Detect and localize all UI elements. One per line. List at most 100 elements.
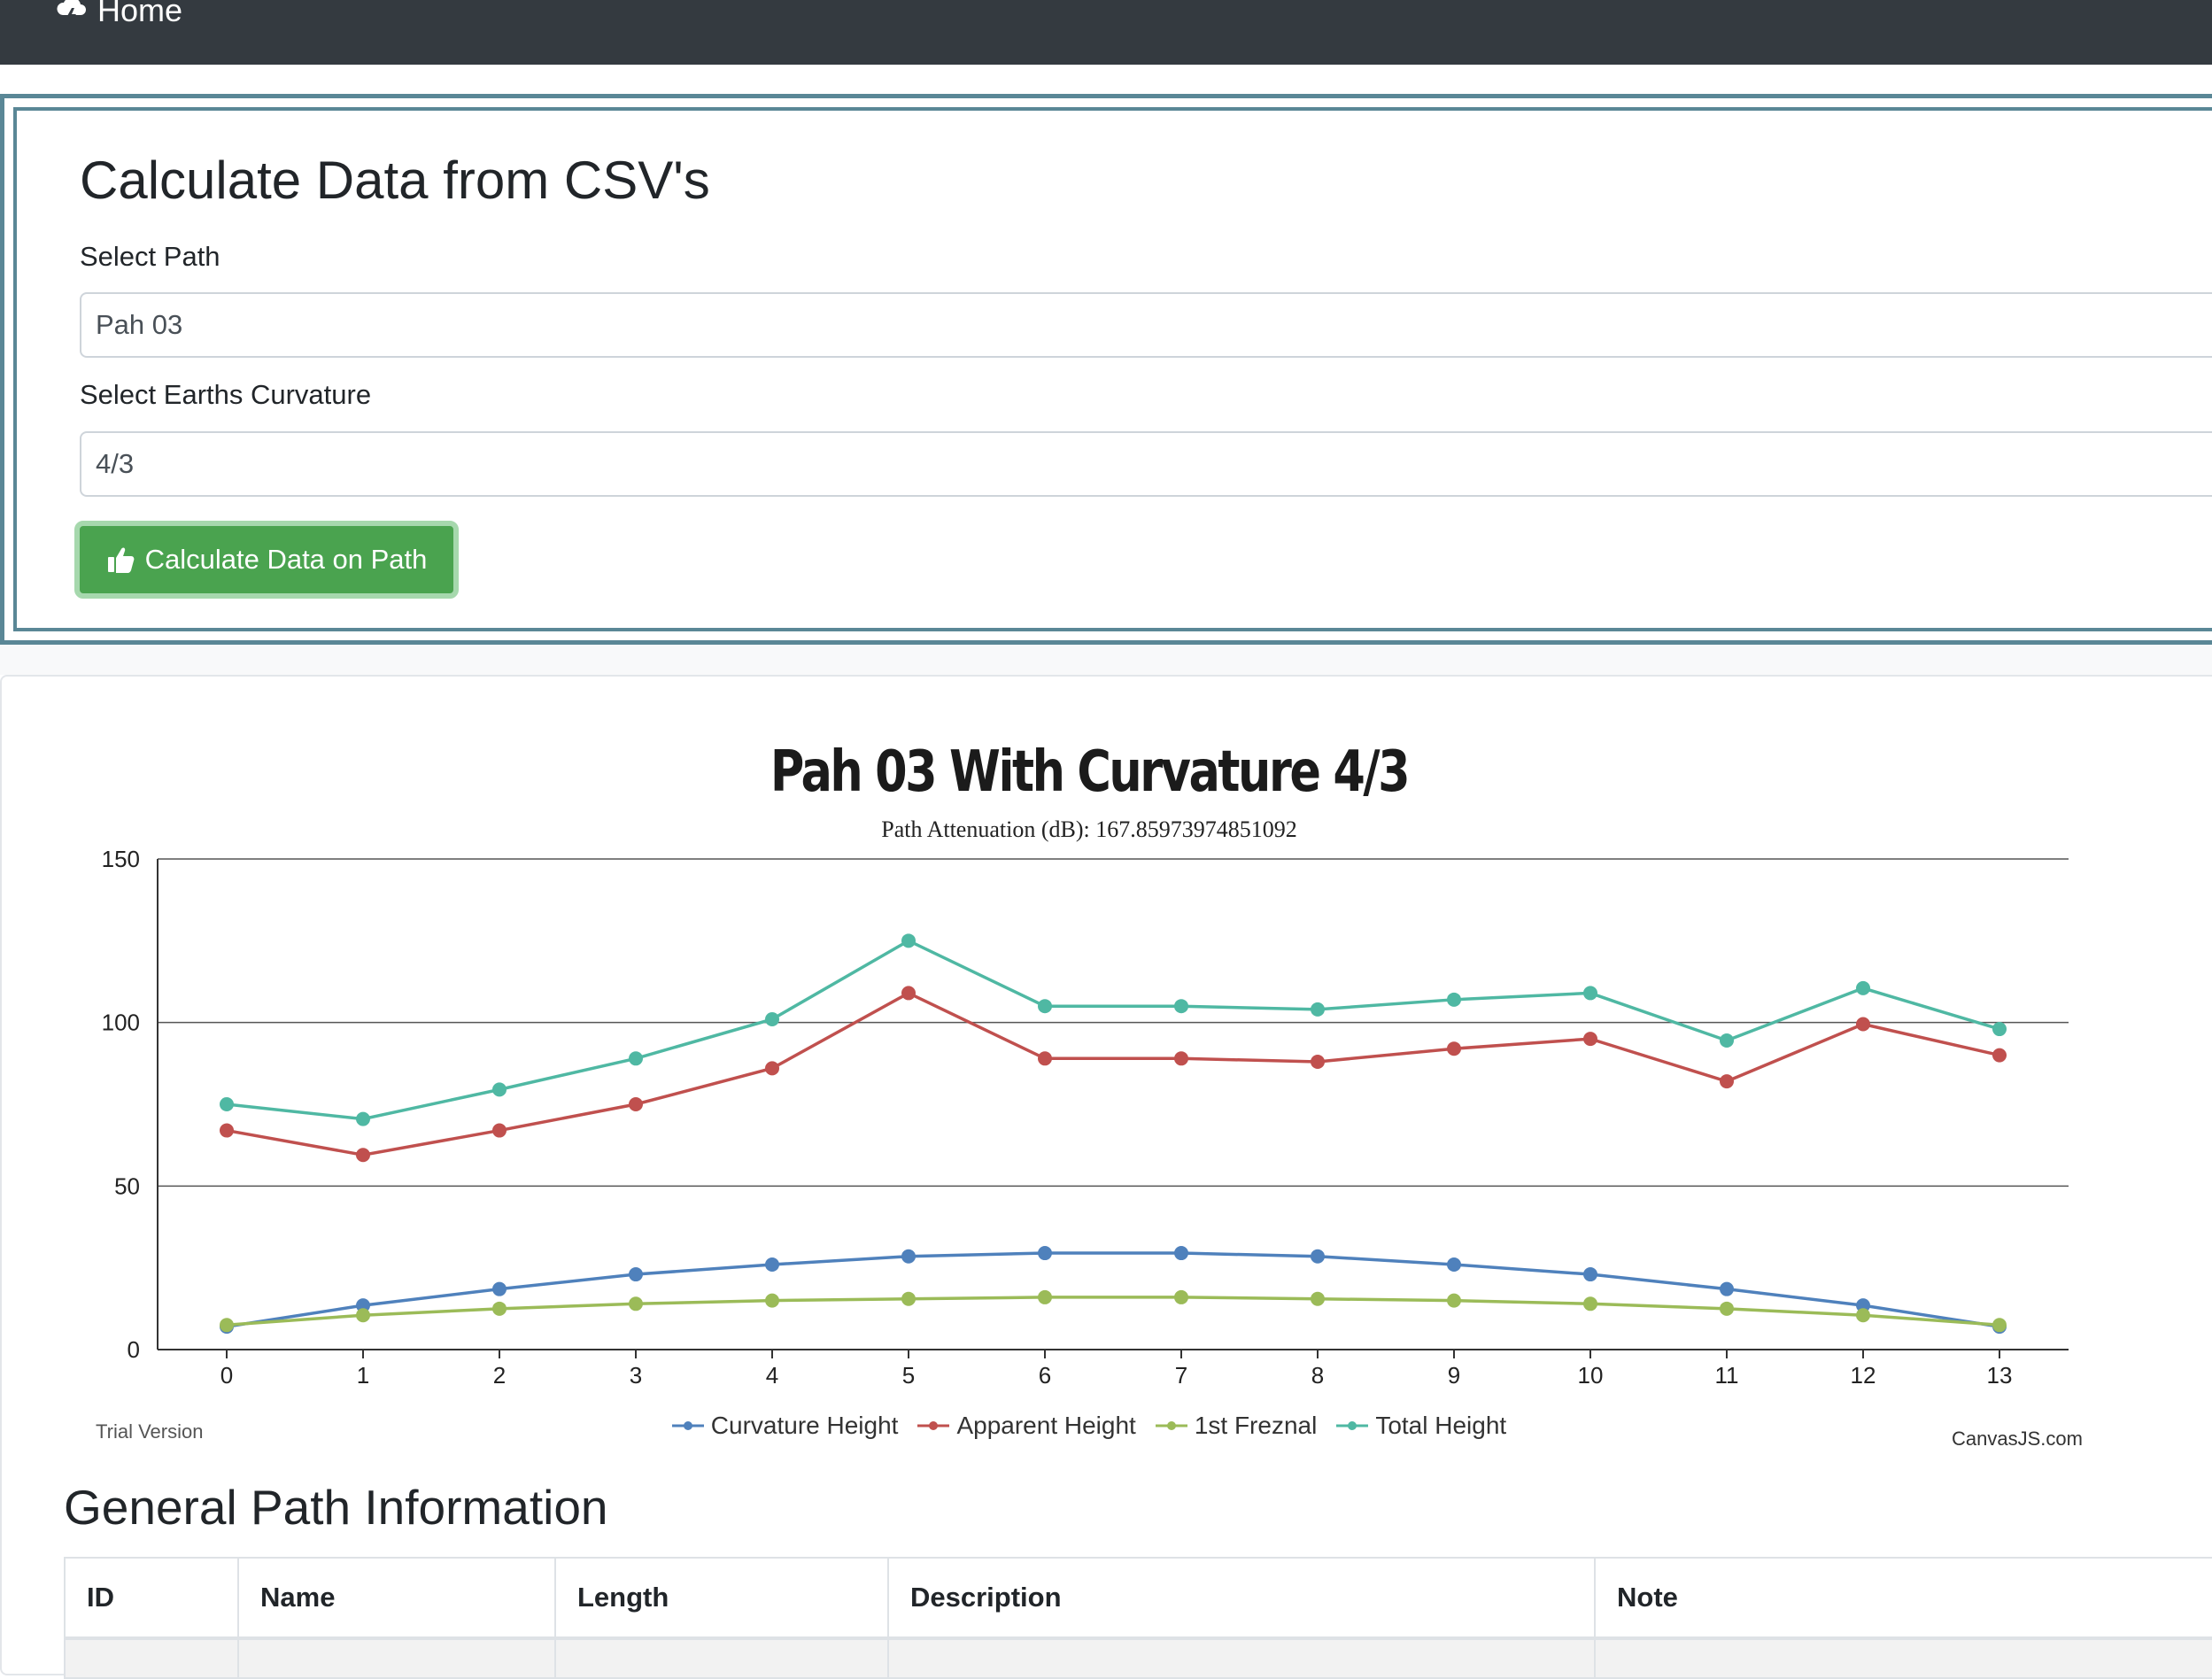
data-point xyxy=(1856,1308,1870,1323)
data-point xyxy=(1311,1291,1325,1306)
x-tick-label: 4 xyxy=(766,1362,778,1389)
series-line-3 xyxy=(226,939,2000,1121)
data-point xyxy=(629,1267,643,1282)
data-point xyxy=(492,1301,507,1316)
data-point xyxy=(629,1097,643,1111)
table-cell xyxy=(64,1637,239,1679)
x-tick-label: 13 xyxy=(1987,1362,2013,1389)
legend-marker-icon xyxy=(1155,1421,1187,1430)
legend-item[interactable]: Curvature Height xyxy=(671,1412,898,1440)
table-cell xyxy=(554,1637,889,1679)
data-point xyxy=(220,1097,234,1111)
data-point xyxy=(356,1111,370,1126)
data-point xyxy=(1583,1296,1597,1311)
legend-marker-icon xyxy=(1336,1421,1369,1430)
line-chart: 0501001500 1 2 3 4 5 6 7 8 9 10 11 12 13 xyxy=(102,846,2069,1389)
x-tick-label: 9 xyxy=(1448,1362,1460,1389)
data-point xyxy=(1720,1033,1734,1048)
data-point xyxy=(765,1061,779,1076)
legend-marker-icon xyxy=(671,1421,704,1430)
chart-legend: Curvature Height Apparent Height 1st Frezn… xyxy=(0,1412,2178,1440)
data-point xyxy=(1992,1318,2007,1333)
data-point xyxy=(1174,1289,1188,1304)
series-line-2 xyxy=(226,1296,2000,1327)
data-point xyxy=(1038,1051,1052,1066)
data-point xyxy=(1447,1293,1461,1308)
data-point xyxy=(1038,1289,1052,1304)
data-point xyxy=(1583,986,1597,1001)
data-point xyxy=(901,986,916,1001)
data-point xyxy=(1720,1281,1734,1296)
x-tick-label: 5 xyxy=(902,1362,915,1389)
data-point xyxy=(492,1123,507,1138)
column-header-description[interactable]: Description xyxy=(887,1557,1596,1640)
y-tick-label: 100 xyxy=(102,1010,140,1036)
canvasjs-credit-link[interactable]: CanvasJS.com xyxy=(1952,1428,2083,1451)
x-tick-label: 1 xyxy=(357,1362,369,1389)
data-point xyxy=(765,1257,779,1272)
x-tick-label: 7 xyxy=(1175,1362,1187,1389)
trial-version-label: Trial Version xyxy=(96,1420,204,1443)
y-tick-label: 50 xyxy=(114,1172,140,1199)
x-tick-label: 6 xyxy=(1039,1362,1051,1389)
data-point xyxy=(629,1051,643,1066)
data-point xyxy=(1038,999,1052,1014)
data-point xyxy=(901,933,916,948)
x-tick-label: 10 xyxy=(1578,1362,1604,1389)
data-point xyxy=(1311,1054,1325,1069)
data-point xyxy=(220,1123,234,1138)
data-point xyxy=(901,1249,916,1264)
table-row xyxy=(64,1637,2212,1679)
data-point xyxy=(356,1308,370,1323)
table-header-row: ID Name Length Description Note xyxy=(64,1557,2212,1640)
table-cell xyxy=(237,1637,556,1679)
data-point xyxy=(492,1281,507,1296)
data-point xyxy=(1311,1249,1325,1264)
column-header-note[interactable]: Note xyxy=(1594,1557,2212,1640)
data-point xyxy=(1447,992,1461,1007)
x-tick-label: 0 xyxy=(220,1362,233,1389)
y-tick-label: 0 xyxy=(128,1336,140,1363)
data-point xyxy=(1038,1246,1052,1261)
x-tick-label: 12 xyxy=(1851,1362,1876,1389)
data-point xyxy=(1992,1048,2007,1063)
legend-label: Apparent Height xyxy=(956,1412,1136,1439)
data-point xyxy=(1720,1074,1734,1089)
legend-item[interactable]: Apparent Height xyxy=(917,1412,1136,1440)
data-point xyxy=(1174,999,1188,1014)
data-point xyxy=(1447,1041,1461,1056)
column-header-id[interactable]: ID xyxy=(64,1557,239,1640)
data-point xyxy=(220,1318,234,1333)
legend-label: 1st Freznal xyxy=(1194,1412,1318,1439)
data-point xyxy=(1992,1022,2007,1037)
legend-item[interactable]: Total Height xyxy=(1336,1412,1506,1440)
data-point xyxy=(1583,1267,1597,1282)
data-point xyxy=(356,1148,370,1163)
legend-label: Total Height xyxy=(1375,1412,1507,1439)
data-point xyxy=(1174,1246,1188,1261)
x-tick-label: 3 xyxy=(630,1362,642,1389)
table-cell xyxy=(1594,1637,2212,1679)
data-point xyxy=(901,1291,916,1306)
data-point xyxy=(1583,1032,1597,1047)
y-tick-label: 150 xyxy=(102,846,140,872)
x-tick-label: 2 xyxy=(493,1362,506,1389)
data-point xyxy=(765,1011,779,1026)
data-point xyxy=(765,1293,779,1308)
x-tick-label: 11 xyxy=(1715,1362,1739,1389)
data-point xyxy=(629,1296,643,1311)
data-point xyxy=(1856,980,1870,995)
data-point xyxy=(1447,1257,1461,1272)
table-cell xyxy=(887,1637,1596,1679)
path-info-table: ID Name Length Description Note xyxy=(64,1557,2212,1679)
column-header-name[interactable]: Name xyxy=(237,1557,556,1640)
data-point xyxy=(1311,1002,1325,1017)
data-point xyxy=(1174,1051,1188,1066)
data-point xyxy=(1720,1301,1734,1316)
general-path-info-title: General Path Information xyxy=(64,1480,608,1535)
legend-item[interactable]: 1st Freznal xyxy=(1155,1412,1318,1440)
data-point xyxy=(492,1082,507,1097)
x-tick-label: 8 xyxy=(1311,1362,1324,1389)
column-header-length[interactable]: Length xyxy=(554,1557,889,1640)
data-point xyxy=(1856,1017,1870,1032)
